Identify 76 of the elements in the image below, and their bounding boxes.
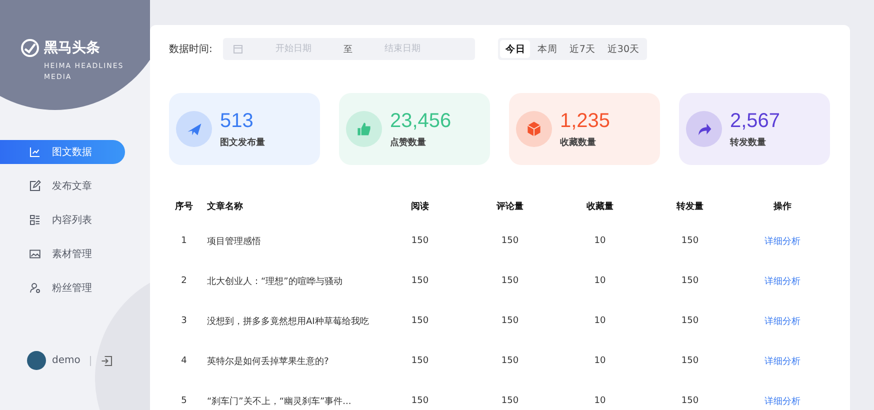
logo-title: 黑马头条: [44, 39, 100, 57]
table-cell: 150: [501, 356, 519, 366]
table-cell: 150: [411, 236, 429, 246]
table-cell: 3: [181, 316, 187, 326]
menu-item[interactable]: 发布文章: [0, 174, 125, 198]
column-header: 转发量: [676, 200, 704, 212]
table-cell-text: 北大创业人：“理想”的喧哗与骚动: [206, 276, 342, 288]
stat-value: 23,456: [390, 110, 452, 132]
table-cell: 150: [501, 276, 519, 286]
table-cell: 5: [181, 396, 187, 406]
range-separator: 至: [343, 44, 352, 56]
table-cell: 150: [501, 236, 519, 246]
user-name: demo: [52, 355, 80, 366]
table-cell: 10: [594, 356, 606, 366]
table-cell: 4: [181, 356, 187, 366]
user-icon: [29, 282, 41, 294]
table-cell-text: 英特尔是如何丢掉苹果生意的?: [206, 356, 329, 368]
table-cell: 150: [681, 316, 699, 326]
table-cell: 10: [594, 396, 606, 406]
stat-label: 收藏数量: [560, 136, 597, 148]
table-cell: 150: [411, 356, 429, 366]
table-cell: 150: [681, 236, 699, 246]
end-date-field[interactable]: 结束日期: [358, 43, 446, 55]
stat-value: 1,235: [560, 110, 610, 132]
detail-link[interactable]: 详细分析: [764, 274, 800, 288]
detail-link[interactable]: 详细分析: [764, 234, 800, 248]
table-cell: 2: [181, 276, 187, 286]
menu-item[interactable]: 图文数据: [0, 140, 125, 164]
menu-item[interactable]: 内容列表: [0, 208, 125, 232]
stat-value: 2,567: [730, 110, 780, 132]
column-header: 收藏量: [586, 200, 614, 212]
cube-icon: [525, 120, 543, 138]
date-label: 数据时间:: [169, 42, 212, 56]
start-date-field[interactable]: 开始日期: [249, 43, 338, 55]
column-header: 序号: [175, 200, 193, 212]
table-cell: 150: [411, 276, 429, 286]
menu-item[interactable]: 素材管理: [0, 242, 125, 266]
detail-link[interactable]: 详细分析: [764, 394, 800, 408]
column-header: 文章名称: [206, 200, 243, 212]
edit-icon: [29, 180, 41, 192]
stat-label: 点赞数量: [390, 136, 427, 148]
detail-link[interactable]: 详细分析: [764, 354, 800, 368]
range-tab[interactable]: 近7天: [564, 40, 600, 58]
range-tab[interactable]: 今日: [500, 40, 530, 58]
stat-label: 转发数量: [730, 136, 767, 148]
table-cell: 10: [594, 236, 606, 246]
table-cell: 150: [411, 396, 429, 406]
column-header: 评论量: [496, 200, 524, 212]
table-cell: 150: [411, 316, 429, 326]
range-tab[interactable]: 本周: [532, 40, 562, 58]
column-header: 操作: [774, 200, 792, 212]
stat-label: 图文发布量: [220, 136, 265, 148]
detail-link[interactable]: 详细分析: [764, 314, 800, 328]
table-cell-text: 没想到，拼多多竟然想用AI种草莓给我吃: [206, 316, 369, 328]
table-cell: 10: [594, 276, 606, 286]
logo-icon: [20, 38, 40, 58]
table-cell: 1: [181, 236, 187, 246]
menu-item[interactable]: 粉丝管理: [0, 276, 125, 300]
table-cell: 150: [501, 316, 519, 326]
stat-value: 513: [220, 110, 254, 132]
column-header: 阅读: [411, 200, 429, 212]
table-cell: 150: [501, 396, 519, 406]
thumbs-up-icon: [355, 120, 373, 138]
table-cell: 150: [681, 276, 699, 286]
image-icon: [29, 248, 41, 260]
range-tab[interactable]: 近30天: [602, 40, 645, 58]
table-cell: 10: [594, 316, 606, 326]
calendar-icon: [233, 44, 244, 54]
table-cell-text: “刹车门”关不上，“幽灵刹车”事件...: [206, 396, 352, 408]
chart-icon: [29, 146, 41, 158]
table-cell: 150: [681, 356, 699, 366]
list-icon: [29, 214, 41, 226]
logout-icon[interactable]: [101, 354, 114, 366]
avatar[interactable]: [27, 351, 46, 370]
table-cell-text: 项目管理感悟: [206, 236, 261, 248]
table-cell: 150: [681, 396, 699, 406]
